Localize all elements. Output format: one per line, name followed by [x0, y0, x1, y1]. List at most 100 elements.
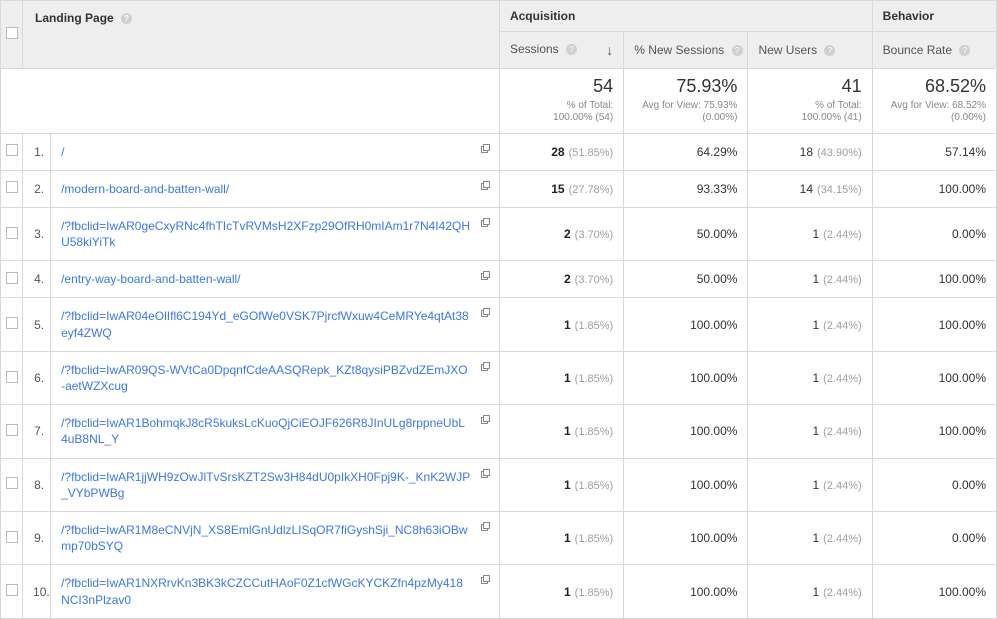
open-in-new-icon[interactable]	[479, 218, 491, 230]
row-checkbox[interactable]	[1, 511, 23, 564]
row-index: 10.	[23, 565, 51, 618]
cell-bounce-rate: 0.00%	[872, 458, 996, 511]
cell-new-users: 1(2.44%)	[748, 511, 872, 564]
cell-new-users: 1(2.44%)	[748, 565, 872, 618]
row-checkbox[interactable]	[1, 207, 23, 260]
table-row: 10. /?fbclid=IwAR1NXRrvKn3BK3kCZCCutHAoF…	[1, 565, 997, 618]
row-checkbox[interactable]	[1, 133, 23, 170]
landing-pages-table: Landing Page ? Acquisition Behavior Sess…	[0, 0, 997, 619]
table-row: 2. /modern-board-and-batten-wall/ 15(27.…	[1, 170, 997, 207]
table-row: 4. /entry-way-board-and-batten-wall/ 2(3…	[1, 261, 997, 298]
column-pct-new-sessions[interactable]: % New Sessions ?	[624, 32, 748, 69]
cell-new-users: 1(2.44%)	[748, 405, 872, 458]
table-row: 9. /?fbclid=IwAR1M8eCNVjN_XS8EmlGnUdlzLI…	[1, 511, 997, 564]
help-icon[interactable]: ?	[566, 44, 577, 55]
column-new-users[interactable]: New Users ?	[748, 32, 872, 69]
open-in-new-icon[interactable]	[479, 575, 491, 587]
cell-sessions: 2(3.70%)	[499, 261, 623, 298]
column-group-acquisition: Acquisition	[499, 1, 872, 32]
landing-page-link[interactable]: /?fbclid=IwAR04eOlIfl6C194Yd_eGOfWe0VSK7…	[61, 309, 469, 339]
open-in-new-icon[interactable]	[479, 362, 491, 374]
open-in-new-icon[interactable]	[479, 271, 491, 283]
cell-pct-new-sessions: 64.29%	[624, 133, 748, 170]
cell-new-users: 1(2.44%)	[748, 298, 872, 351]
table-row: 7. /?fbclid=IwAR1BohmqkJ8cR5kuksLcKuoQjC…	[1, 405, 997, 458]
open-in-new-icon[interactable]	[479, 522, 491, 534]
column-group-behavior: Behavior	[872, 1, 996, 32]
row-index: 4.	[23, 261, 51, 298]
help-icon[interactable]: ?	[732, 45, 743, 56]
landing-page-link[interactable]: /	[61, 145, 64, 159]
row-checkbox[interactable]	[1, 298, 23, 351]
cell-bounce-rate: 0.00%	[872, 511, 996, 564]
row-checkbox[interactable]	[1, 405, 23, 458]
cell-sessions: 1(1.85%)	[499, 458, 623, 511]
cell-pct-new-sessions: 100.00%	[624, 458, 748, 511]
landing-page-link[interactable]: /?fbclid=IwAR1jjWH9zOwJlTvSrsKZT2Sw3H84d…	[61, 470, 470, 500]
cell-bounce-rate: 0.00%	[872, 207, 996, 260]
row-index: 6.	[23, 351, 51, 404]
cell-pct-new-sessions: 100.00%	[624, 298, 748, 351]
cell-new-users: 1(2.44%)	[748, 458, 872, 511]
cell-bounce-rate: 100.00%	[872, 170, 996, 207]
landing-page-link[interactable]: /modern-board-and-batten-wall/	[61, 182, 229, 196]
help-icon[interactable]: ?	[121, 13, 132, 24]
cell-pct-new-sessions: 100.00%	[624, 511, 748, 564]
summary-new-users: 41 % of Total: 100.00% (41)	[748, 69, 872, 134]
row-index: 1.	[23, 133, 51, 170]
column-sessions[interactable]: Sessions ? ↓	[499, 32, 623, 69]
cell-sessions: 2(3.70%)	[499, 207, 623, 260]
row-checkbox[interactable]	[1, 170, 23, 207]
row-checkbox[interactable]	[1, 565, 23, 618]
cell-new-users: 18(43.90%)	[748, 133, 872, 170]
select-all-checkbox[interactable]	[1, 1, 23, 69]
dimension-column-header[interactable]: Landing Page	[35, 11, 114, 25]
summary-pct-new-sessions: 75.93% Avg for View: 75.93% (0.00%)	[624, 69, 748, 134]
row-index: 3.	[23, 207, 51, 260]
cell-sessions: 1(1.85%)	[499, 405, 623, 458]
row-index: 5.	[23, 298, 51, 351]
cell-pct-new-sessions: 100.00%	[624, 405, 748, 458]
open-in-new-icon[interactable]	[479, 144, 491, 156]
help-icon[interactable]: ?	[959, 45, 970, 56]
cell-sessions: 1(1.85%)	[499, 298, 623, 351]
table-row: 5. /?fbclid=IwAR04eOlIfl6C194Yd_eGOfWe0V…	[1, 298, 997, 351]
summary-sessions: 54 % of Total: 100.00% (54)	[499, 69, 623, 134]
cell-new-users: 14(34.15%)	[748, 170, 872, 207]
cell-new-users: 1(2.44%)	[748, 207, 872, 260]
cell-bounce-rate: 100.00%	[872, 351, 996, 404]
cell-sessions: 1(1.85%)	[499, 511, 623, 564]
cell-pct-new-sessions: 93.33%	[624, 170, 748, 207]
cell-pct-new-sessions: 100.00%	[624, 565, 748, 618]
cell-new-users: 1(2.44%)	[748, 351, 872, 404]
row-checkbox[interactable]	[1, 458, 23, 511]
cell-pct-new-sessions: 100.00%	[624, 351, 748, 404]
cell-sessions: 1(1.85%)	[499, 351, 623, 404]
open-in-new-icon[interactable]	[479, 469, 491, 481]
column-bounce-rate[interactable]: Bounce Rate ?	[872, 32, 996, 69]
landing-page-link[interactable]: /?fbclid=IwAR1NXRrvKn3BK3kCZCCutHAoF0Z1c…	[61, 576, 463, 606]
help-icon[interactable]: ?	[824, 45, 835, 56]
row-index: 2.	[23, 170, 51, 207]
cell-pct-new-sessions: 50.00%	[624, 207, 748, 260]
row-checkbox[interactable]	[1, 351, 23, 404]
cell-pct-new-sessions: 50.00%	[624, 261, 748, 298]
landing-page-link[interactable]: /?fbclid=IwAR1M8eCNVjN_XS8EmlGnUdlzLISqO…	[61, 523, 468, 553]
table-row: 1. / 28(51.85%) 64.29% 18(43.90%) 57.14%	[1, 133, 997, 170]
row-index: 7.	[23, 405, 51, 458]
landing-page-link[interactable]: /?fbclid=IwAR09QS-WVtCa0DpqnfCdeAASQRepk…	[61, 363, 468, 393]
landing-page-link[interactable]: /?fbclid=IwAR1BohmqkJ8cR5kuksLcKuoQjCiEO…	[61, 416, 465, 446]
landing-page-link[interactable]: /?fbclid=IwAR0geCxyRNc4fhTIcTvRVMsH2XFzp…	[61, 219, 470, 249]
row-index: 8.	[23, 458, 51, 511]
cell-sessions: 1(1.85%)	[499, 565, 623, 618]
open-in-new-icon[interactable]	[479, 308, 491, 320]
table-row: 3. /?fbclid=IwAR0geCxyRNc4fhTIcTvRVMsH2X…	[1, 207, 997, 260]
cell-bounce-rate: 100.00%	[872, 565, 996, 618]
cell-bounce-rate: 100.00%	[872, 405, 996, 458]
open-in-new-icon[interactable]	[479, 181, 491, 193]
cell-sessions: 28(51.85%)	[499, 133, 623, 170]
summary-bounce-rate: 68.52% Avg for View: 68.52% (0.00%)	[872, 69, 996, 134]
open-in-new-icon[interactable]	[479, 415, 491, 427]
row-checkbox[interactable]	[1, 261, 23, 298]
landing-page-link[interactable]: /entry-way-board-and-batten-wall/	[61, 272, 240, 286]
